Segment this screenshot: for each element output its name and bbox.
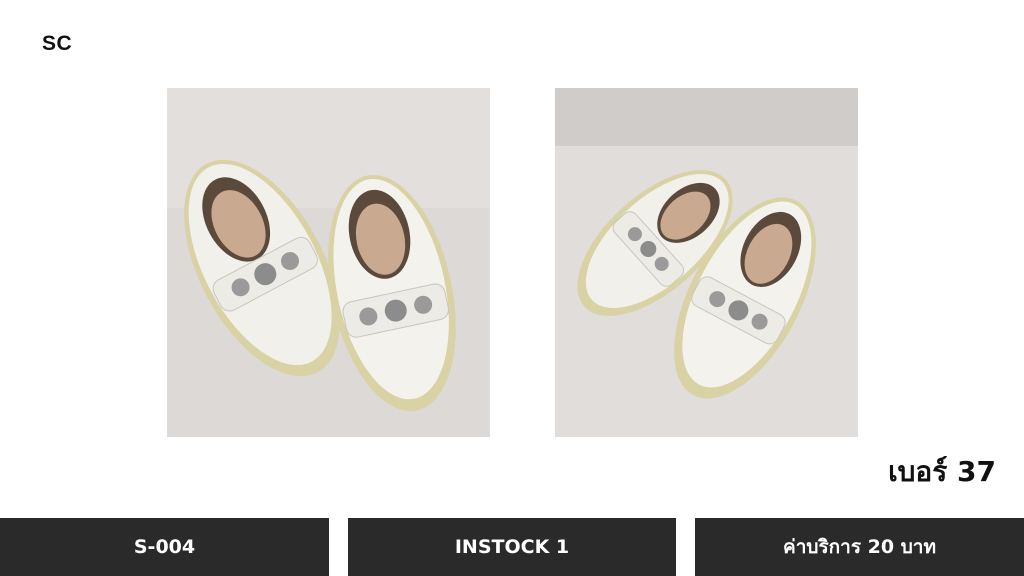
stock-bar: INSTOCK 1 xyxy=(348,518,676,576)
shoe-illustration xyxy=(167,88,490,437)
size-label: เบอร์ 37 xyxy=(888,455,996,488)
product-photo-side xyxy=(555,88,858,437)
sku-text: S-004 xyxy=(133,536,196,558)
product-photo-front xyxy=(167,88,490,437)
shoe-illustration xyxy=(555,88,858,437)
stock-text: INSTOCK 1 xyxy=(454,536,570,558)
brand-logo-text: SC xyxy=(42,32,73,55)
sku-bar: S-004 xyxy=(0,518,329,576)
service-fee-text: ค่าบริการ 20 บาท xyxy=(783,536,936,558)
service-fee-bar: ค่าบริการ 20 บาท xyxy=(695,518,1024,576)
